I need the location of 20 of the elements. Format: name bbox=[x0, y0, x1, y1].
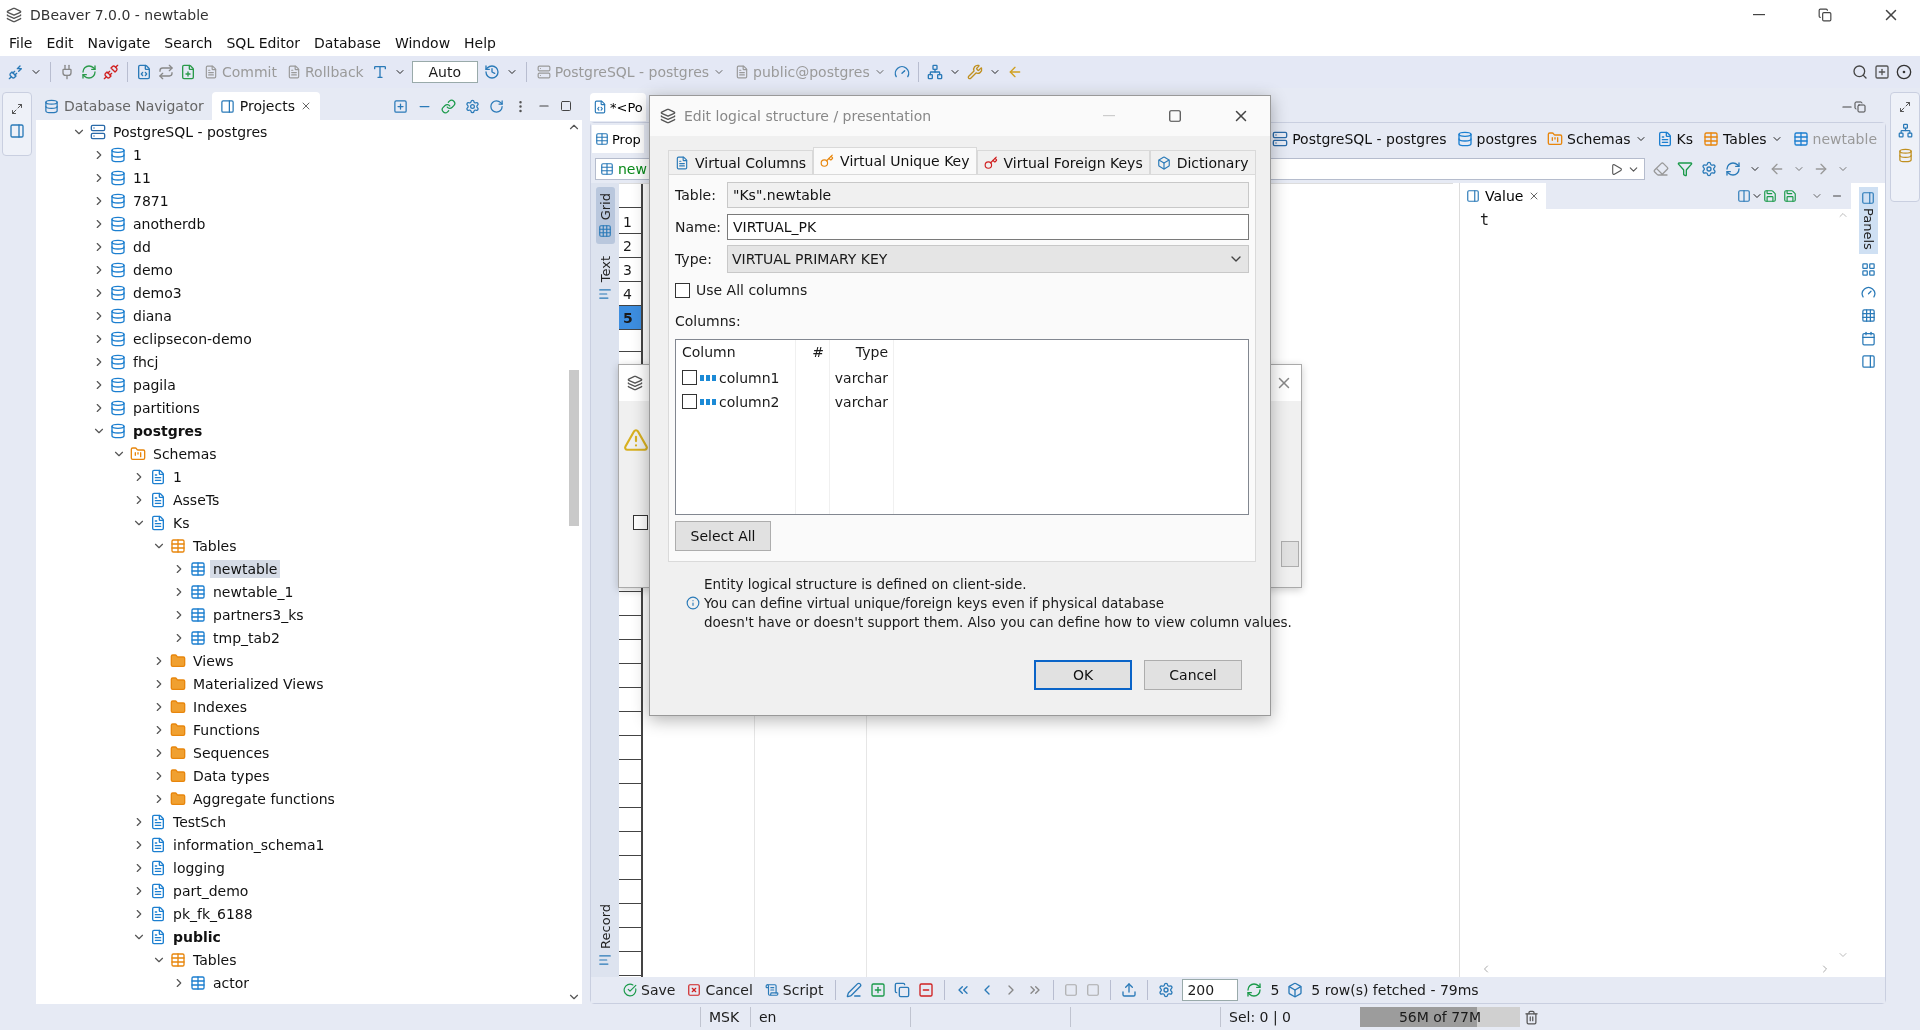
checkbox-label: Use All columns bbox=[696, 282, 808, 298]
info-text: doesn't have or doesn't support them. Also you can define how to view column values. bbox=[703, 614, 1292, 630]
table-cell: varchar bbox=[834, 369, 888, 386]
timezone: MSK bbox=[700, 1007, 750, 1027]
row-count: 5 bbox=[1270, 982, 1280, 998]
locale: en bbox=[750, 1007, 910, 1027]
table-cell: column1 bbox=[719, 369, 780, 386]
dialog-title: Edit logical structure / presentation bbox=[684, 108, 933, 124]
info-text: Entity logical structure is defined on client-side. bbox=[703, 576, 1027, 592]
field-label: Table: bbox=[675, 187, 717, 203]
info-text: You can define virtual unique/foreign keys even if physical database bbox=[704, 595, 1165, 611]
selection-info: Sel: 0 | 0 bbox=[1220, 1007, 1320, 1027]
table-cell: column2 bbox=[719, 393, 780, 410]
fetch-status: 5 row(s) fetched - 79ms bbox=[1311, 982, 1479, 998]
field-label: Name: bbox=[675, 219, 719, 235]
columns-label: Columns: bbox=[675, 313, 741, 329]
value-text: t bbox=[1479, 210, 1491, 231]
field-label: Type: bbox=[675, 251, 713, 267]
window-title: DBeaver 7.0.0 - newtable bbox=[30, 7, 210, 23]
table-cell: varchar bbox=[834, 393, 888, 410]
